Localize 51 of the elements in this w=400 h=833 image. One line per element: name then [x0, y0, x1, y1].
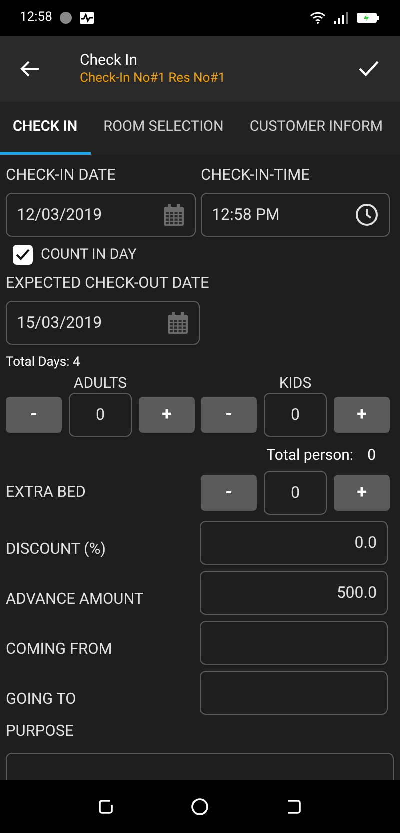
total-person-value: 0: [368, 445, 376, 465]
home-icon[interactable]: [190, 798, 209, 816]
calendar-icon[interactable]: [167, 311, 189, 335]
tab[interactable]: ROOM SELECTION: [90, 102, 237, 155]
field-label: EXPECTED CHECK-OUT DATE: [6, 273, 210, 293]
input-field[interactable]: [200, 671, 388, 715]
check-icon[interactable]: [358, 60, 380, 78]
total-person-label: Total person:: [266, 445, 354, 465]
counter-label: KIDS: [279, 374, 312, 392]
screen-subtitle: Check-In No#1 Res No#1: [80, 70, 227, 88]
signal-icon: [334, 12, 348, 24]
checkbox-label: COUNT IN DAY: [41, 245, 137, 266]
date-field[interactable]: 12/03/2019: [6, 193, 196, 237]
recents-icon[interactable]: [98, 798, 114, 814]
count-field[interactable]: 0: [264, 471, 327, 515]
tab[interactable]: CUSTOMER INFORM: [236, 102, 396, 155]
field-label: CHECK-IN-TIME: [201, 165, 311, 185]
checkbox[interactable]: [13, 245, 33, 265]
field-label: PURPOSE: [6, 721, 75, 741]
status-dot-icon: [60, 12, 72, 24]
field-label: GOING TO: [6, 689, 76, 710]
plus-button[interactable]: +: [334, 475, 390, 511]
field-label: COMING FROM: [6, 639, 112, 660]
clock-icon[interactable]: [355, 203, 379, 227]
plus-button[interactable]: +: [334, 397, 390, 433]
minus-button[interactable]: -: [201, 475, 257, 511]
input-field[interactable]: [200, 621, 388, 665]
minus-button[interactable]: -: [201, 397, 257, 433]
input-field[interactable]: 500.0: [200, 571, 388, 615]
field-label: DISCOUNT (%): [6, 539, 106, 560]
field-label: CHECK-IN DATE: [6, 165, 117, 185]
date-field[interactable]: 15/03/2019: [6, 301, 200, 345]
calendar-icon[interactable]: [163, 203, 185, 227]
time-field[interactable]: 12:58 PM: [201, 193, 390, 237]
battery-icon: [356, 12, 380, 24]
plus-button[interactable]: +: [139, 397, 195, 433]
minus-button[interactable]: -: [6, 397, 62, 433]
input-field[interactable]: 0.0: [200, 521, 388, 565]
count-field[interactable]: 0: [264, 393, 327, 437]
activity-icon: [80, 12, 94, 24]
total-days: Total Days: 4: [6, 354, 394, 372]
wifi-icon: [310, 12, 326, 24]
screen-title: Check In: [80, 50, 139, 70]
count-field[interactable]: 0: [69, 393, 132, 437]
field-label: EXTRA BED: [6, 482, 86, 504]
field-label: ADVANCE AMOUNT: [6, 589, 144, 610]
back-icon[interactable]: [286, 798, 302, 814]
tab[interactable]: CHECK IN: [0, 102, 91, 155]
back-arrow-icon[interactable]: [20, 60, 40, 78]
status-time: 12:58: [20, 9, 52, 28]
counter-label: ADULTS: [74, 374, 128, 392]
